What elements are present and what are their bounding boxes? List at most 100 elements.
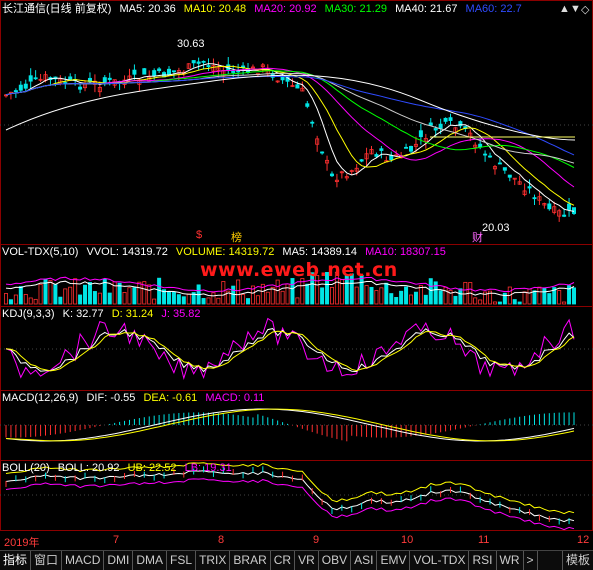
volume-bar — [438, 290, 443, 305]
candle-body — [418, 130, 423, 138]
candle-body — [567, 203, 572, 211]
tab-asi[interactable]: ASI — [351, 551, 378, 570]
event-marker-cai[interactable]: 财 — [472, 229, 483, 245]
axis-label-2019: 2019年 — [4, 537, 40, 549]
volume-bar — [329, 286, 334, 305]
tab-fsl[interactable]: FSL — [167, 551, 197, 570]
volume-bar — [428, 278, 433, 305]
volume-bar — [305, 283, 310, 305]
candle-body — [438, 123, 443, 129]
candle-body — [562, 214, 567, 217]
candle-body — [320, 151, 325, 154]
volume-bar — [497, 301, 502, 305]
scroll-up-icon[interactable]: ▲ — [559, 3, 570, 15]
ma30-label: MA30: 21.29 — [324, 3, 388, 15]
volume-bar — [354, 286, 359, 305]
candle-body — [507, 174, 512, 178]
scroll-down-icon[interactable]: ▼ — [570, 3, 581, 15]
tab-indicator[interactable]: 指标 — [0, 551, 32, 570]
volume-bar — [73, 278, 78, 305]
candle-body — [23, 83, 28, 89]
volume-bar — [92, 291, 97, 305]
kdj-panel — [5, 317, 575, 381]
tab-vr[interactable]: VR — [295, 551, 319, 570]
macd-title: MACD(12,26,9) — [2, 392, 79, 404]
tab-trix[interactable]: TRIX — [196, 551, 231, 570]
volume-bar — [97, 292, 102, 305]
volume-bar — [231, 285, 236, 305]
volume-bar — [527, 288, 532, 305]
candle-body — [78, 86, 83, 90]
tab-dma[interactable]: DMA — [133, 551, 168, 570]
tab-macd[interactable]: MACD — [62, 551, 105, 570]
high-price-label: 30.63 — [177, 38, 205, 50]
candle-body — [201, 60, 206, 63]
tab-wr[interactable]: WR — [497, 551, 524, 570]
candle-body — [404, 146, 409, 149]
candle-body — [433, 128, 438, 131]
macd-dif-label: DIF: -0.55 — [86, 392, 136, 404]
volume-bar — [18, 286, 23, 305]
tab-template[interactable]: 模板 — [561, 551, 593, 570]
volume-bar — [4, 293, 9, 305]
volume-bar — [206, 297, 211, 305]
volume-bar — [399, 290, 404, 305]
volume-bar — [492, 301, 497, 305]
candle-body — [379, 148, 384, 151]
boll-mid-line — [5, 470, 575, 523]
volume-bar — [532, 290, 537, 305]
candle-body — [157, 68, 162, 72]
boll-ub-label: UB: 22.52 — [127, 462, 177, 474]
boll-header: BOLL(20) BOLL: 20.92 UB: 22.52 LB: 19.31 — [2, 462, 237, 475]
volume-bar — [28, 297, 33, 305]
volume-bar — [285, 283, 290, 305]
tab-window[interactable]: 窗口 — [31, 551, 63, 570]
kdj-title: KDJ(9,3,3) — [2, 308, 55, 320]
tab-cr[interactable]: CR — [271, 551, 296, 570]
volume-bar — [463, 281, 468, 305]
candle-body — [374, 154, 379, 157]
macd-dea-label: DEA: -0.61 — [143, 392, 198, 404]
ma10-label: MA10: 20.48 — [183, 3, 247, 15]
kdj-j-label: J: 35.82 — [161, 308, 201, 320]
tab-emv[interactable]: EMV — [377, 551, 411, 570]
volume-bar — [453, 295, 458, 305]
tab-dmi[interactable]: DMI — [104, 551, 134, 570]
vol-ma10-label: MA10: 18307.15 — [365, 246, 446, 258]
ma60-line — [5, 75, 575, 156]
volume-bar — [53, 284, 58, 305]
ma20-line — [5, 67, 575, 188]
volume-bar — [280, 290, 285, 305]
volume-bar — [171, 291, 176, 305]
event-marker-s[interactable]: $ — [196, 229, 202, 241]
candle-body — [18, 84, 23, 91]
event-marker-bang[interactable]: 榜 — [231, 229, 242, 245]
volume-bar — [478, 299, 483, 305]
volume-bar — [369, 286, 374, 305]
volume-bar — [517, 301, 522, 305]
volume-bar — [246, 298, 251, 305]
tab-more-button[interactable]: > — [524, 551, 538, 570]
candle-body — [166, 68, 171, 75]
volume-header: VOL-TDX(5,10) VVOL: 14319.72 VOLUME: 143… — [2, 246, 451, 259]
volume-bar — [33, 298, 38, 305]
diamond-icon[interactable]: ◇ — [581, 3, 589, 16]
boll-title: BOLL(20) — [2, 462, 50, 474]
volume-bar — [547, 293, 552, 305]
tab-vol-tdx[interactable]: VOL-TDX — [410, 551, 470, 570]
volume-bar — [23, 294, 28, 305]
macd-value-label: MACD: 0.11 — [205, 392, 265, 404]
tab-rsi[interactable]: RSI — [469, 551, 497, 570]
candle-body — [359, 159, 364, 162]
candle-body — [428, 122, 433, 126]
candle-body — [488, 155, 493, 158]
candle-body — [152, 70, 157, 77]
volume-bar — [413, 291, 418, 305]
ma40-line — [5, 72, 575, 164]
volume-bar — [216, 297, 221, 305]
volume-bar — [265, 291, 270, 305]
tab-brar[interactable]: BRAR — [230, 551, 271, 570]
volume-bar — [542, 288, 547, 305]
tab-obv[interactable]: OBV — [319, 551, 352, 570]
stock-title: 长江通信(日线 前复权) — [2, 3, 112, 15]
